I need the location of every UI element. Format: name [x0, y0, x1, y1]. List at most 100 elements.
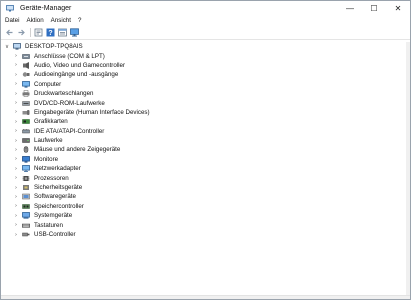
tree-node-label: Systemgeräte: [34, 212, 73, 220]
tree-node[interactable]: › Druckwarteschlangen: [1, 89, 407, 98]
tree-node[interactable]: › Prozessoren: [1, 173, 407, 182]
toolbar: ?: [1, 26, 410, 40]
chevron-right-icon[interactable]: ›: [15, 232, 22, 238]
print-queue-icon: [22, 90, 30, 97]
tree-node[interactable]: › USB-Controller: [1, 230, 407, 239]
chevron-down-icon[interactable]: ∨: [5, 44, 12, 50]
chevron-right-icon[interactable]: ›: [15, 166, 22, 172]
tree-node-label: Speichercontroller: [34, 202, 84, 210]
chevron-right-icon[interactable]: ›: [15, 194, 22, 200]
tree-node-label: Laufwerke: [34, 137, 63, 145]
menu-action[interactable]: Aktion: [26, 17, 43, 24]
audio-video-icon: [22, 61, 30, 69]
tree-node-label: Audioeingänge und -ausgänge: [34, 71, 119, 79]
title-bar[interactable]: Geräte-Manager — ☐ ✕: [1, 1, 410, 15]
chevron-right-icon[interactable]: ›: [15, 53, 22, 59]
chevron-right-icon[interactable]: ›: [15, 138, 22, 144]
back-arrow-icon[interactable]: [5, 28, 14, 37]
tree-node-label: Sicherheitsgeräte: [34, 184, 83, 192]
audio-io-icon: [22, 71, 30, 78]
forward-arrow-icon[interactable]: [17, 28, 26, 37]
tree-node[interactable]: › Systemgeräte: [1, 211, 407, 220]
software-device-icon: [22, 193, 30, 200]
chevron-right-icon[interactable]: ›: [15, 109, 22, 115]
tree-node[interactable]: › Softwaregeräte: [1, 192, 407, 201]
device-category-list: › Anschlüsse (COM & LPT) › Audio, Video und…: [1, 51, 407, 239]
keyboard-icon: [22, 222, 30, 229]
graphics-card-icon: [22, 118, 30, 125]
chevron-right-icon[interactable]: ›: [15, 91, 22, 97]
disk-drive-icon: [22, 137, 30, 144]
menu-file[interactable]: Datei: [5, 17, 19, 24]
chevron-right-icon[interactable]: ›: [15, 185, 22, 191]
tree-node[interactable]: › Sicherheitsgeräte: [1, 183, 407, 192]
tree-root-node[interactable]: ∨ DESKTOP-TPQ8AIS: [1, 42, 407, 51]
tree-node-label: Anschlüsse (COM & LPT): [34, 52, 105, 60]
device-manager-app-icon: [6, 4, 14, 12]
tree-node[interactable]: › Audioeingänge und -ausgänge: [1, 70, 407, 79]
tree-node[interactable]: › Grafikkarten: [1, 117, 407, 126]
storage-controller-icon: [22, 203, 30, 210]
port-icon: [22, 53, 30, 60]
tree-node[interactable]: › Speichercontroller: [1, 202, 407, 211]
chevron-right-icon[interactable]: ›: [15, 119, 22, 125]
tree-node[interactable]: › IDE ATA/ATAPI-Controller: [1, 127, 407, 136]
help-icon[interactable]: ?: [46, 28, 55, 37]
chevron-right-icon[interactable]: ›: [15, 175, 22, 181]
ide-controller-icon: [22, 128, 30, 135]
tree-node[interactable]: › Mäuse und andere Zeigegeräte: [1, 145, 407, 154]
view-details-icon[interactable]: [58, 28, 67, 37]
menu-view[interactable]: Ansicht: [51, 17, 71, 24]
svg-text:?: ?: [48, 30, 52, 37]
chevron-right-icon[interactable]: ›: [15, 72, 22, 78]
tree-node-label: Mäuse und andere Zeigegeräte: [34, 146, 121, 154]
tree-node[interactable]: › Monitore: [1, 155, 407, 164]
chevron-right-icon[interactable]: ›: [15, 62, 22, 68]
computer-name: DESKTOP-TPQ8AIS: [25, 43, 83, 51]
processor-icon: [22, 175, 30, 182]
tree-node[interactable]: › Eingabegeräte (Human Interface Devices): [1, 108, 407, 117]
chevron-right-icon[interactable]: ›: [15, 128, 22, 134]
minimize-button[interactable]: —: [338, 1, 362, 15]
tree-node-label: Tastaturen: [34, 221, 63, 229]
chevron-right-icon[interactable]: ›: [15, 203, 22, 209]
tree-node-label: Netzwerkadapter: [34, 165, 81, 173]
mouse-icon: [22, 146, 30, 154]
chevron-right-icon[interactable]: ›: [15, 222, 22, 228]
vertical-scrollbar[interactable]: [406, 42, 410, 296]
tree-node-label: Eingabegeräte (Human Interface Devices): [34, 108, 150, 116]
chevron-right-icon[interactable]: ›: [15, 100, 22, 106]
tree-node-label: Druckwarteschlangen: [34, 90, 94, 98]
scan-hardware-monitor-icon[interactable]: [70, 28, 79, 37]
tree-node-label: USB-Controller: [34, 231, 76, 238]
tree-node-label: Audio, Video und Gamecontroller: [34, 61, 126, 69]
device-manager-window: Geräte-Manager — ☐ ✕ Datei Aktion Ansich…: [0, 0, 411, 300]
hid-icon: [22, 109, 30, 116]
tree-node[interactable]: › Audio, Video und Gamecontroller: [1, 61, 407, 70]
tree-node[interactable]: › Tastaturen: [1, 220, 407, 229]
chevron-right-icon[interactable]: ›: [15, 213, 22, 219]
tree-node[interactable]: › Anschlüsse (COM & LPT): [1, 51, 407, 60]
tree-node-label: IDE ATA/ATAPI-Controller: [34, 127, 105, 135]
tree-node-label: DVD/CD-ROM-Laufwerke: [34, 99, 105, 107]
tree-node[interactable]: › Netzwerkadapter: [1, 164, 407, 173]
menu-bar: Datei Aktion Ansicht ?: [1, 15, 410, 26]
chevron-right-icon[interactable]: ›: [15, 81, 22, 87]
tree-node-label: Computer: [34, 80, 62, 88]
computer-icon: [22, 80, 30, 88]
tree-node[interactable]: › DVD/CD-ROM-Laufwerke: [1, 98, 407, 107]
dvd-drive-icon: [22, 100, 30, 107]
maximize-button[interactable]: ☐: [362, 1, 386, 15]
menu-help[interactable]: ?: [78, 17, 81, 24]
close-button[interactable]: ✕: [386, 1, 410, 15]
status-bar: [1, 295, 410, 299]
tree-node[interactable]: › Computer: [1, 80, 407, 89]
tree-node-label: Softwaregeräte: [34, 193, 76, 201]
tree-node-label: Monitore: [34, 155, 59, 163]
chevron-right-icon[interactable]: ›: [15, 156, 22, 162]
computer-icon: [13, 43, 21, 50]
properties-icon[interactable]: [34, 28, 43, 37]
window-title: Geräte-Manager: [20, 4, 72, 12]
chevron-right-icon[interactable]: ›: [15, 147, 22, 153]
tree-node[interactable]: › Laufwerke: [1, 136, 407, 145]
